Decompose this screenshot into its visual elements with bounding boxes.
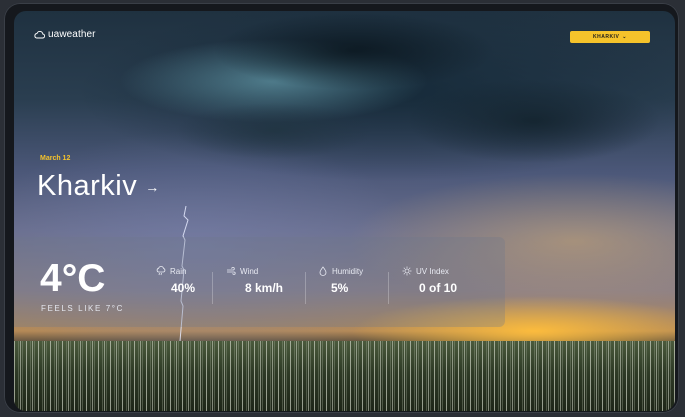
- cloud-logo-icon: [34, 31, 45, 39]
- logo-text: uaweather: [48, 29, 96, 40]
- stat-label: Humidity: [332, 266, 364, 276]
- city-name: Kharkiv: [37, 170, 138, 202]
- divider: [388, 272, 389, 304]
- rain-icon: [156, 266, 166, 276]
- city-heading[interactable]: Kharkiv →: [37, 170, 159, 203]
- field-foreground: [14, 341, 675, 411]
- sun-icon: [402, 266, 412, 276]
- arrow-right-icon[interactable]: →: [145, 180, 159, 194]
- stat-label: Wind: [240, 266, 259, 276]
- header: uaweather KHARKIV ⌄: [14, 11, 675, 51]
- divider: [212, 272, 213, 304]
- feels-like: FEELS LIKE 7°C: [41, 304, 124, 313]
- chevron-down-icon: ⌄: [622, 33, 627, 40]
- stat-rain: Rain 40%: [156, 266, 195, 295]
- wind-icon: [227, 267, 236, 275]
- device-frame: uaweather KHARKIV ⌄ March 12 Kharkiv → 4…: [4, 3, 679, 413]
- logo[interactable]: uaweather: [34, 29, 96, 40]
- stat-uv-index: UV Index 0 of 10: [402, 266, 457, 295]
- stat-value: 8 km/h: [245, 281, 284, 295]
- stat-label: Rain: [170, 266, 187, 276]
- temperature: 4°C: [40, 257, 106, 300]
- stat-label: UV Index: [416, 266, 449, 276]
- humidity-icon: [319, 266, 327, 276]
- city-button-label: KHARKIV: [593, 34, 620, 40]
- app-screen: uaweather KHARKIV ⌄ March 12 Kharkiv → 4…: [14, 11, 675, 411]
- stat-value: 0 of 10: [419, 281, 458, 295]
- divider: [305, 272, 306, 304]
- stat-value: 40%: [171, 281, 196, 295]
- city-select-button[interactable]: KHARKIV ⌄: [570, 31, 650, 43]
- stat-wind: Wind 8 km/h: [226, 266, 283, 295]
- stat-value: 5%: [331, 281, 349, 295]
- current-date: March 12: [40, 155, 71, 162]
- current-weather-panel: 4°C FEELS LIKE 7°C Rain 40% Wind 8 km/h …: [14, 237, 505, 327]
- stat-humidity: Humidity 5%: [318, 266, 363, 295]
